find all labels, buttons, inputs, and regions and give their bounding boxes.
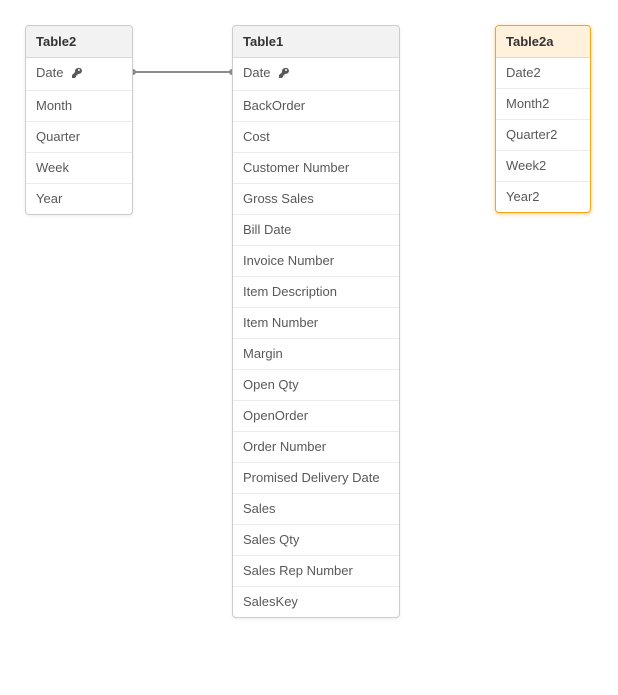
table-table1[interactable]: Table1 Date BackOrder Cost Customer Numb… bbox=[232, 25, 400, 618]
field-label: Customer Number bbox=[243, 160, 349, 175]
field-label: Margin bbox=[243, 346, 283, 361]
field-item[interactable]: Date bbox=[233, 58, 399, 91]
field-item[interactable]: Year2 bbox=[496, 182, 590, 212]
field-label: Date bbox=[36, 65, 63, 80]
field-label: Year2 bbox=[506, 189, 540, 204]
field-label: Invoice Number bbox=[243, 253, 334, 268]
field-item[interactable]: Order Number bbox=[233, 432, 399, 463]
field-label: Sales bbox=[243, 501, 276, 516]
field-label: Cost bbox=[243, 129, 270, 144]
field-list: Date BackOrder Cost Customer Number Gros… bbox=[233, 58, 399, 617]
field-item[interactable]: Month2 bbox=[496, 89, 590, 120]
field-item[interactable]: Quarter bbox=[26, 122, 132, 153]
field-label: Open Qty bbox=[243, 377, 299, 392]
field-list: Date2 Month2 Quarter2 Week2 Year2 bbox=[496, 58, 590, 212]
field-item[interactable]: Open Qty bbox=[233, 370, 399, 401]
field-item[interactable]: OpenOrder bbox=[233, 401, 399, 432]
field-item[interactable]: Month bbox=[26, 91, 132, 122]
key-icon bbox=[278, 67, 290, 83]
field-label: BackOrder bbox=[243, 98, 305, 113]
field-label: Quarter2 bbox=[506, 127, 557, 142]
table-table2[interactable]: Table2 Date Month Quarter Week Year bbox=[25, 25, 133, 215]
field-label: Gross Sales bbox=[243, 191, 314, 206]
field-item[interactable]: Invoice Number bbox=[233, 246, 399, 277]
field-item[interactable]: SalesKey bbox=[233, 587, 399, 617]
field-label: Month2 bbox=[506, 96, 549, 111]
table-title: Table1 bbox=[233, 26, 399, 58]
field-item[interactable]: Promised Delivery Date bbox=[233, 463, 399, 494]
field-item[interactable]: Quarter2 bbox=[496, 120, 590, 151]
data-model-canvas[interactable]: { "tables": { "table2": { "title": "Tabl… bbox=[0, 0, 618, 695]
key-icon bbox=[71, 67, 83, 83]
field-label: OpenOrder bbox=[243, 408, 308, 423]
field-label: Date2 bbox=[506, 65, 541, 80]
field-label: Promised Delivery Date bbox=[243, 470, 380, 485]
field-item[interactable]: Week2 bbox=[496, 151, 590, 182]
field-list: Date Month Quarter Week Year bbox=[26, 58, 132, 214]
field-item[interactable]: Year bbox=[26, 184, 132, 214]
field-label: Item Description bbox=[243, 284, 337, 299]
field-label: Week bbox=[36, 160, 69, 175]
field-label: Date bbox=[243, 65, 270, 80]
field-label: SalesKey bbox=[243, 594, 298, 609]
field-item[interactable]: Date bbox=[26, 58, 132, 91]
field-label: Item Number bbox=[243, 315, 318, 330]
field-item[interactable]: Sales Rep Number bbox=[233, 556, 399, 587]
field-label: Bill Date bbox=[243, 222, 291, 237]
field-item[interactable]: Gross Sales bbox=[233, 184, 399, 215]
table-table2a[interactable]: Table2a Date2 Month2 Quarter2 Week2 Year… bbox=[495, 25, 591, 213]
field-item[interactable]: Margin bbox=[233, 339, 399, 370]
field-label: Order Number bbox=[243, 439, 326, 454]
field-label: Sales Qty bbox=[243, 532, 299, 547]
field-item[interactable]: Item Number bbox=[233, 308, 399, 339]
field-item[interactable]: Bill Date bbox=[233, 215, 399, 246]
field-label: Month bbox=[36, 98, 72, 113]
field-item[interactable]: Sales Qty bbox=[233, 525, 399, 556]
field-label: Week2 bbox=[506, 158, 546, 173]
field-item[interactable]: Customer Number bbox=[233, 153, 399, 184]
field-item[interactable]: BackOrder bbox=[233, 91, 399, 122]
field-item[interactable]: Sales bbox=[233, 494, 399, 525]
table-title: Table2 bbox=[26, 26, 132, 58]
field-item[interactable]: Item Description bbox=[233, 277, 399, 308]
field-item[interactable]: Week bbox=[26, 153, 132, 184]
field-label: Quarter bbox=[36, 129, 80, 144]
field-item[interactable]: Cost bbox=[233, 122, 399, 153]
table-title: Table2a bbox=[496, 26, 590, 58]
field-label: Year bbox=[36, 191, 62, 206]
field-label: Sales Rep Number bbox=[243, 563, 353, 578]
field-item[interactable]: Date2 bbox=[496, 58, 590, 89]
